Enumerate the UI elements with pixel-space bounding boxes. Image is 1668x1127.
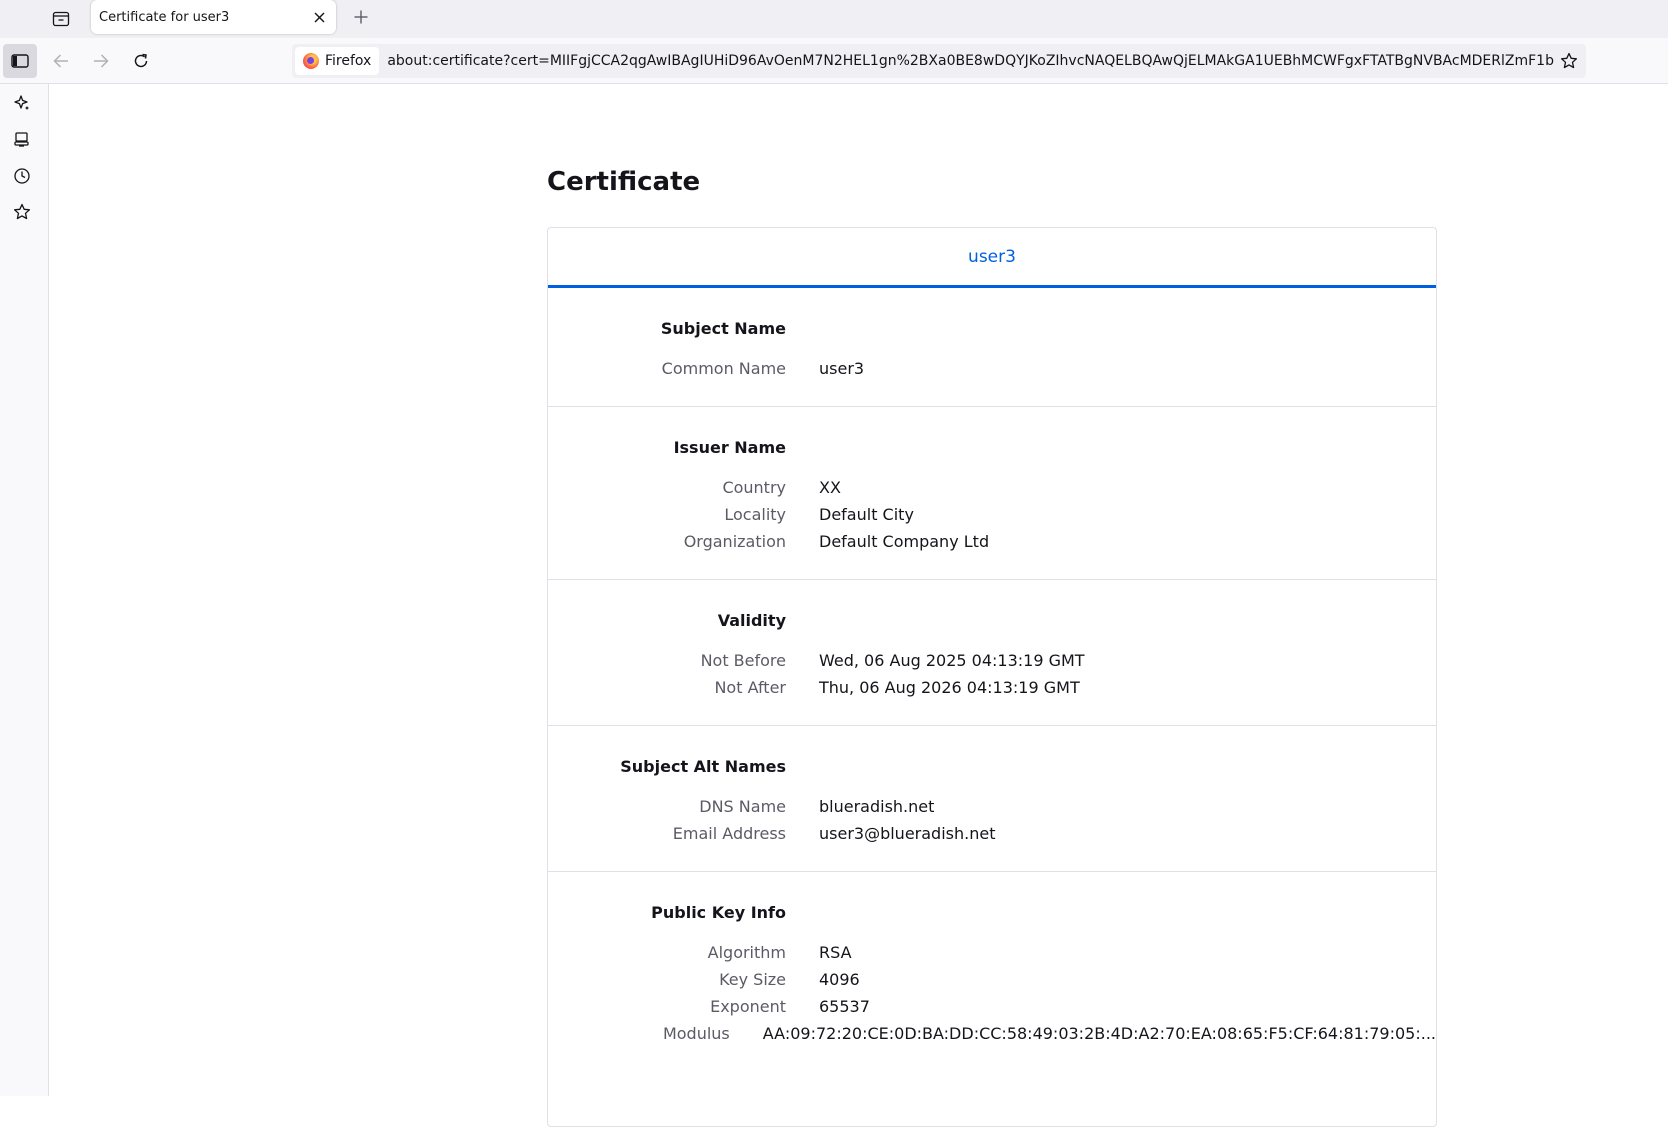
section-heading: Subject Alt Names — [548, 757, 786, 777]
certificate-tab-user3[interactable]: user3 — [548, 228, 1436, 288]
certificate-tab-label: user3 — [968, 247, 1016, 267]
row-label: Not After — [548, 678, 786, 697]
url-bar[interactable]: Firefox about:certificate?cert=MIIFgjCCA… — [292, 44, 1586, 78]
tab-certificate[interactable]: Certificate for user3 — [91, 0, 336, 34]
section-heading: Subject Name — [548, 319, 786, 339]
row-value: 65537 — [819, 997, 870, 1016]
info-row: Locality Default City — [548, 501, 1436, 528]
row-value: 4096 — [819, 970, 860, 989]
row-label: Exponent — [548, 997, 786, 1016]
close-icon — [314, 12, 325, 23]
row-value: Wed, 06 Aug 2025 04:13:19 GMT — [819, 651, 1085, 670]
info-row: Email Address user3@blueradish.net — [548, 820, 1436, 847]
info-row: Common Name user3 — [548, 355, 1436, 382]
public-key-info-section: Public Key Info Algorithm RSA Key Size 4… — [548, 872, 1436, 1071]
row-value: AA:09:72:20:CE:0D:BA:DD:CC:58:49:03:2B:4… — [763, 1024, 1436, 1043]
reload-icon — [133, 53, 149, 69]
row-value: RSA — [819, 943, 852, 962]
row-label: Locality — [548, 505, 786, 524]
row-label: Modulus — [548, 1024, 730, 1043]
issuer-name-section: Issuer Name Country XX Locality Default … — [548, 407, 1436, 580]
row-value: blueradish.net — [819, 797, 934, 816]
row-value: Thu, 06 Aug 2026 04:13:19 GMT — [819, 678, 1080, 697]
page-title: Certificate — [547, 167, 700, 197]
row-label: Algorithm — [548, 943, 786, 962]
tab-strip: Certificate for user3 — [0, 0, 1668, 38]
info-row: Modulus AA:09:72:20:CE:0D:BA:DD:CC:58:49… — [548, 1020, 1436, 1047]
clock-icon — [13, 167, 31, 185]
info-row: Not Before Wed, 06 Aug 2025 04:13:19 GMT — [548, 647, 1436, 674]
sidebar-icon — [11, 54, 29, 68]
section-heading: Public Key Info — [548, 903, 786, 923]
tab-close-button[interactable] — [308, 6, 330, 28]
row-value: XX — [819, 478, 841, 497]
info-row: DNS Name blueradish.net — [548, 793, 1436, 820]
section-heading: Issuer Name — [548, 438, 786, 458]
sparkle-icon — [13, 94, 31, 112]
info-row: Not After Thu, 06 Aug 2026 04:13:19 GMT — [548, 674, 1436, 701]
nav-toolbar: Firefox about:certificate?cert=MIIFgjCCA… — [0, 38, 1668, 84]
sidebar-toggle-button[interactable] — [3, 44, 37, 78]
tab-title: Certificate for user3 — [99, 10, 308, 25]
info-row: Organization Default Company Ltd — [548, 528, 1436, 555]
subject-name-section: Subject Name Common Name user3 — [548, 288, 1436, 407]
url-input[interactable]: about:certificate?cert=MIIFgjCCA2qgAwIBA… — [387, 53, 1554, 69]
row-label: Common Name — [548, 359, 786, 378]
page-content: Certificate user3 Subject Name Common Na… — [50, 85, 1668, 1096]
subject-alt-names-section: Subject Alt Names DNS Name blueradish.ne… — [548, 726, 1436, 872]
folder-tabs-icon — [52, 11, 70, 27]
sidebar — [0, 84, 49, 1096]
star-icon — [1560, 52, 1578, 70]
row-label: DNS Name — [548, 797, 786, 816]
row-label: Organization — [548, 532, 786, 551]
forward-arrow-icon — [93, 54, 109, 68]
firefox-logo-icon — [303, 53, 319, 69]
validity-section: Validity Not Before Wed, 06 Aug 2025 04:… — [548, 580, 1436, 726]
bookmark-page-button[interactable] — [1554, 46, 1584, 76]
synced-tabs-icon — [13, 131, 31, 149]
identity-box[interactable]: Firefox — [295, 47, 379, 75]
row-label: Key Size — [548, 970, 786, 989]
star-outline-icon — [13, 203, 31, 221]
row-value: Default City — [819, 505, 914, 524]
reload-button[interactable] — [124, 44, 158, 78]
tab-list-button[interactable] — [47, 6, 75, 32]
row-label: Not Before — [548, 651, 786, 670]
back-arrow-icon — [53, 54, 69, 68]
forward-button[interactable] — [84, 44, 118, 78]
back-button[interactable] — [44, 44, 78, 78]
info-row: Exponent 65537 — [548, 993, 1436, 1020]
row-value: user3 — [819, 359, 864, 378]
identity-label: Firefox — [325, 53, 371, 69]
sidebar-synced-tabs-button[interactable] — [7, 125, 37, 155]
row-value: user3@blueradish.net — [819, 824, 995, 843]
sidebar-history-button[interactable] — [7, 161, 37, 191]
sidebar-ai-chat-button[interactable] — [7, 88, 37, 118]
new-tab-button[interactable] — [348, 4, 374, 30]
row-value: Default Company Ltd — [819, 532, 989, 551]
section-heading: Validity — [548, 611, 786, 631]
info-row: Key Size 4096 — [548, 966, 1436, 993]
plus-icon — [354, 10, 368, 24]
certificate-card: user3 Subject Name Common Name user3 Iss… — [547, 227, 1437, 1127]
info-row: Algorithm RSA — [548, 939, 1436, 966]
row-label: Country — [548, 478, 786, 497]
info-row: Country XX — [548, 474, 1436, 501]
sidebar-bookmarks-button[interactable] — [7, 197, 37, 227]
row-label: Email Address — [548, 824, 786, 843]
